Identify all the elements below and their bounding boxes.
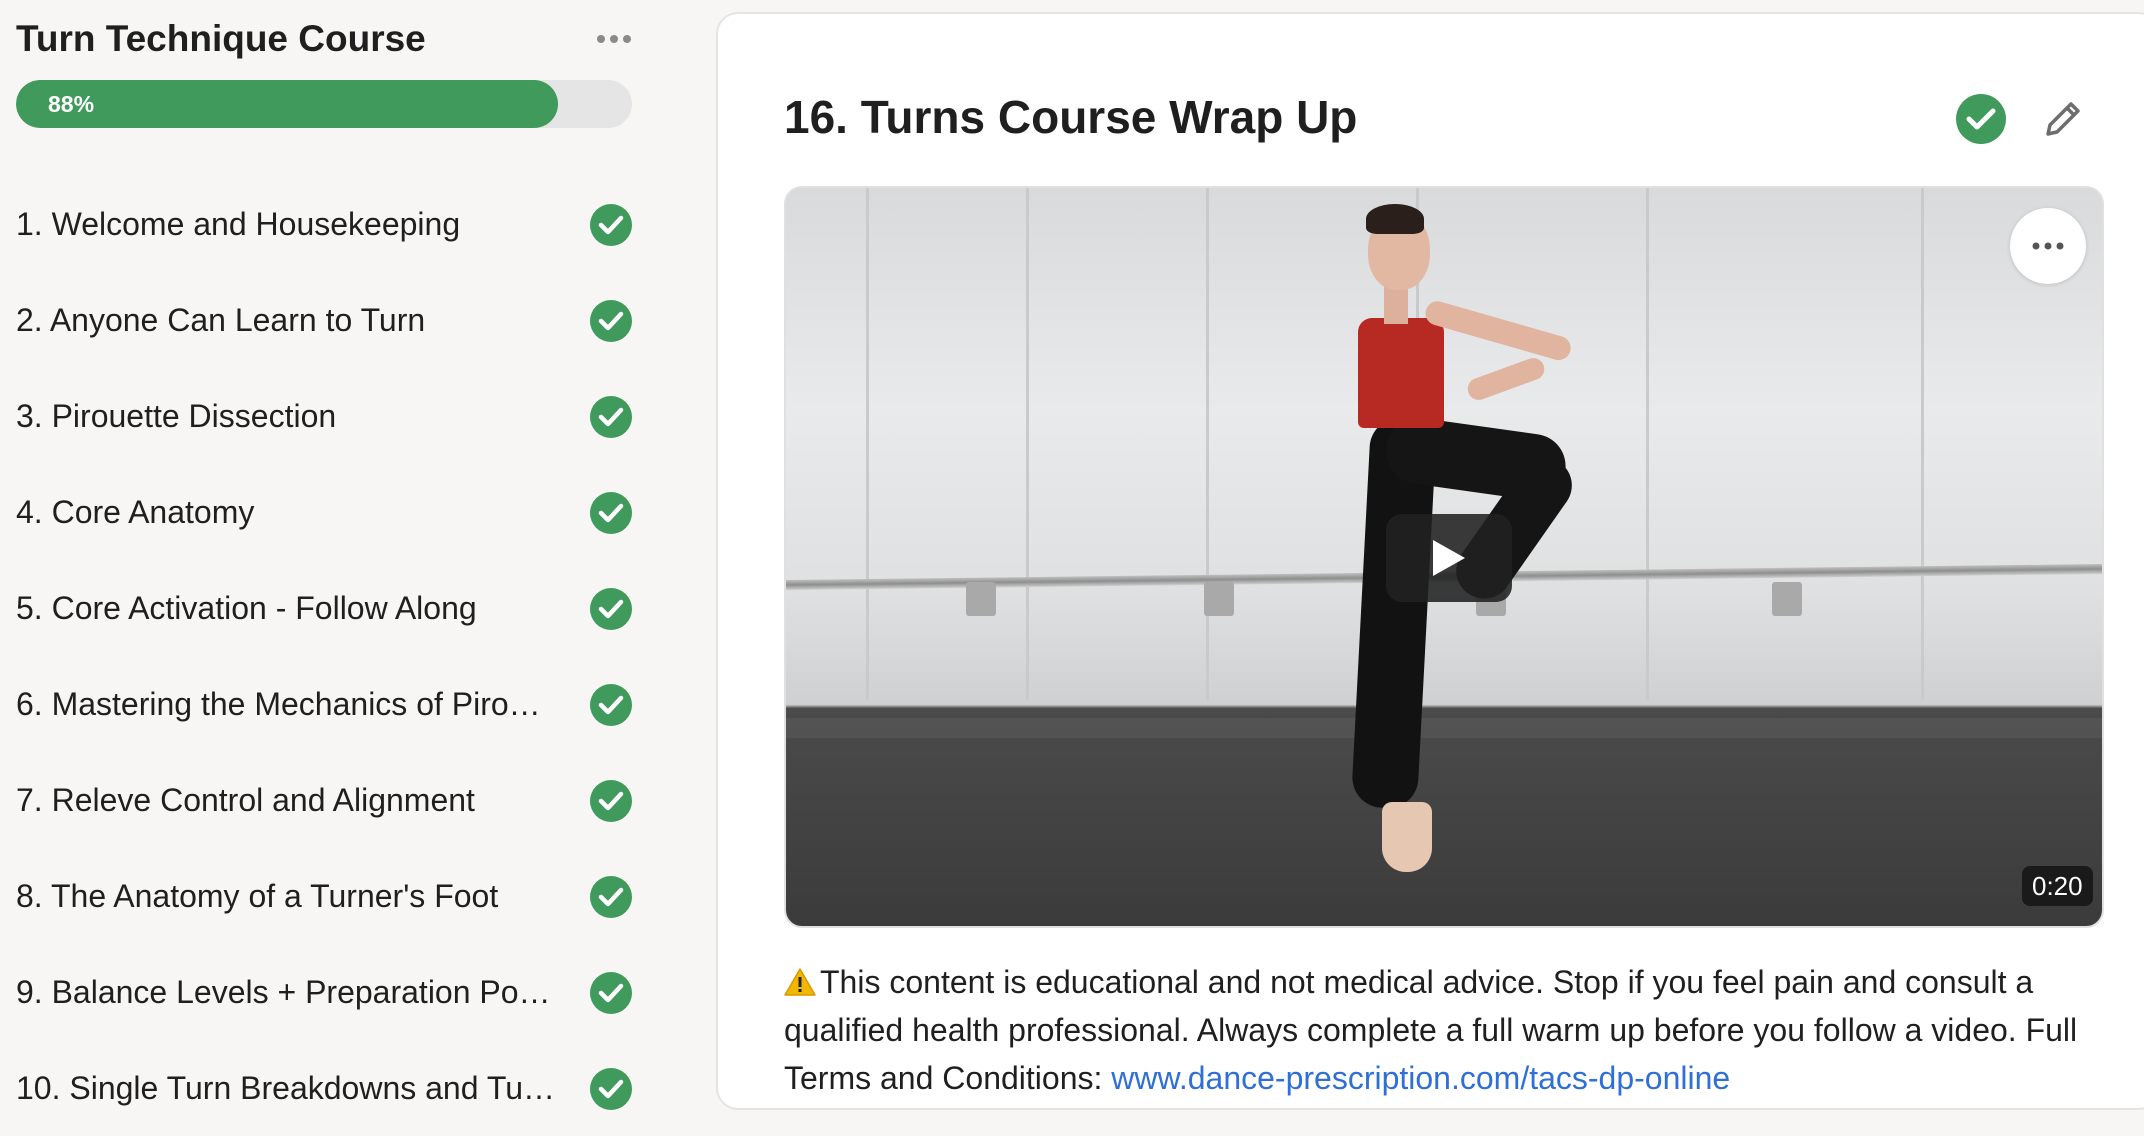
lesson-item[interactable]: 7. Releve Control and Alignment (0, 752, 716, 848)
terms-link[interactable]: www.dance-prescription.com/tacs-dp-onlin… (1111, 1060, 1730, 1096)
wall-panel-seam (866, 188, 869, 700)
video-player[interactable]: 0:20 (784, 186, 2104, 928)
lesson-item[interactable]: 1. Welcome and Housekeeping (0, 176, 716, 272)
check-circle-icon (590, 204, 632, 246)
check-circle-icon (590, 684, 632, 726)
check-circle-icon (590, 780, 632, 822)
lesson-content-panel: 16. Turns Course Wrap Up 0:20 This conte… (716, 12, 2144, 1110)
lesson-label: 3. Pirouette Dissection (16, 398, 337, 434)
play-button[interactable] (1386, 514, 1512, 602)
dancer-figure (1382, 802, 1432, 872)
check-circle-icon (590, 492, 632, 534)
check-circle-icon (590, 588, 632, 630)
lesson-item[interactable]: 4. Core Anatomy (0, 464, 716, 560)
check-circle-icon (590, 972, 632, 1014)
disclaimer-text: This content is educational and not medi… (784, 958, 2124, 1102)
check-circle-icon (590, 300, 632, 342)
dancer-figure (1422, 298, 1574, 363)
barre-bracket (1772, 582, 1802, 616)
course-options-button[interactable] (592, 26, 636, 52)
lesson-label: 10. Single Turn Breakdowns and Tur… (16, 1070, 556, 1106)
lesson-item[interactable]: 2. Anyone Can Learn to Turn (0, 272, 716, 368)
warning-icon (784, 968, 816, 996)
dancer-figure (1464, 354, 1548, 404)
check-circle-icon (590, 876, 632, 918)
lesson-item[interactable]: 8. The Anatomy of a Turner's Foot (0, 848, 716, 944)
lesson-label: 9. Balance Levels + Preparation Posi… (16, 974, 556, 1010)
check-circle-icon (590, 396, 632, 438)
lesson-label: 4. Core Anatomy (16, 494, 255, 530)
lesson-list: 1. Welcome and Housekeeping 2. Anyone Ca… (0, 176, 716, 1136)
progress-label: 88% (48, 90, 95, 117)
lesson-title: 16. Turns Course Wrap Up (784, 91, 1358, 143)
wall-panel-seam (1206, 188, 1209, 700)
video-options-button[interactable] (2010, 208, 2086, 284)
course-progress-bar: 88% (16, 80, 632, 128)
dancer-figure (1366, 204, 1424, 234)
course-title: Turn Technique Course (16, 18, 426, 59)
dancer-figure (1358, 318, 1444, 428)
dancer-figure (1384, 284, 1408, 324)
lesson-label: 6. Mastering the Mechanics of Pirou… (16, 686, 556, 722)
more-horizontal-icon (597, 35, 631, 43)
pencil-icon[interactable] (2040, 96, 2086, 142)
lesson-label: 7. Releve Control and Alignment (16, 782, 475, 818)
lesson-item[interactable]: 9. Balance Levels + Preparation Posi… (0, 944, 716, 1040)
lesson-item[interactable]: 5. Core Activation - Follow Along (0, 560, 716, 656)
progress-fill: 88% (16, 80, 559, 128)
lesson-label: 8. The Anatomy of a Turner's Foot (16, 878, 499, 914)
check-circle-icon[interactable] (1956, 94, 2006, 144)
wall-panel-seam (1921, 188, 1924, 700)
play-icon (1433, 540, 1465, 576)
more-horizontal-icon (2032, 242, 2064, 250)
floor (786, 718, 2102, 738)
wall-panel-seam (1026, 188, 1029, 700)
barre-bracket (966, 582, 996, 616)
lesson-item[interactable]: 6. Mastering the Mechanics of Pirou… (0, 656, 716, 752)
barre-bracket (1204, 582, 1234, 616)
lesson-label: 5. Core Activation - Follow Along (16, 590, 477, 626)
lesson-item[interactable]: 3. Pirouette Dissection (0, 368, 716, 464)
course-sidebar: Turn Technique Course 88% 1. Welcome and… (0, 0, 716, 1110)
lesson-label: 1. Welcome and Housekeeping (16, 206, 461, 242)
lesson-label: 2. Anyone Can Learn to Turn (16, 302, 426, 338)
video-duration: 0:20 (2022, 866, 2093, 906)
wall-panel-seam (1646, 188, 1649, 700)
check-circle-icon (590, 1068, 632, 1110)
lesson-item[interactable]: 10. Single Turn Breakdowns and Tur… (0, 1040, 716, 1136)
